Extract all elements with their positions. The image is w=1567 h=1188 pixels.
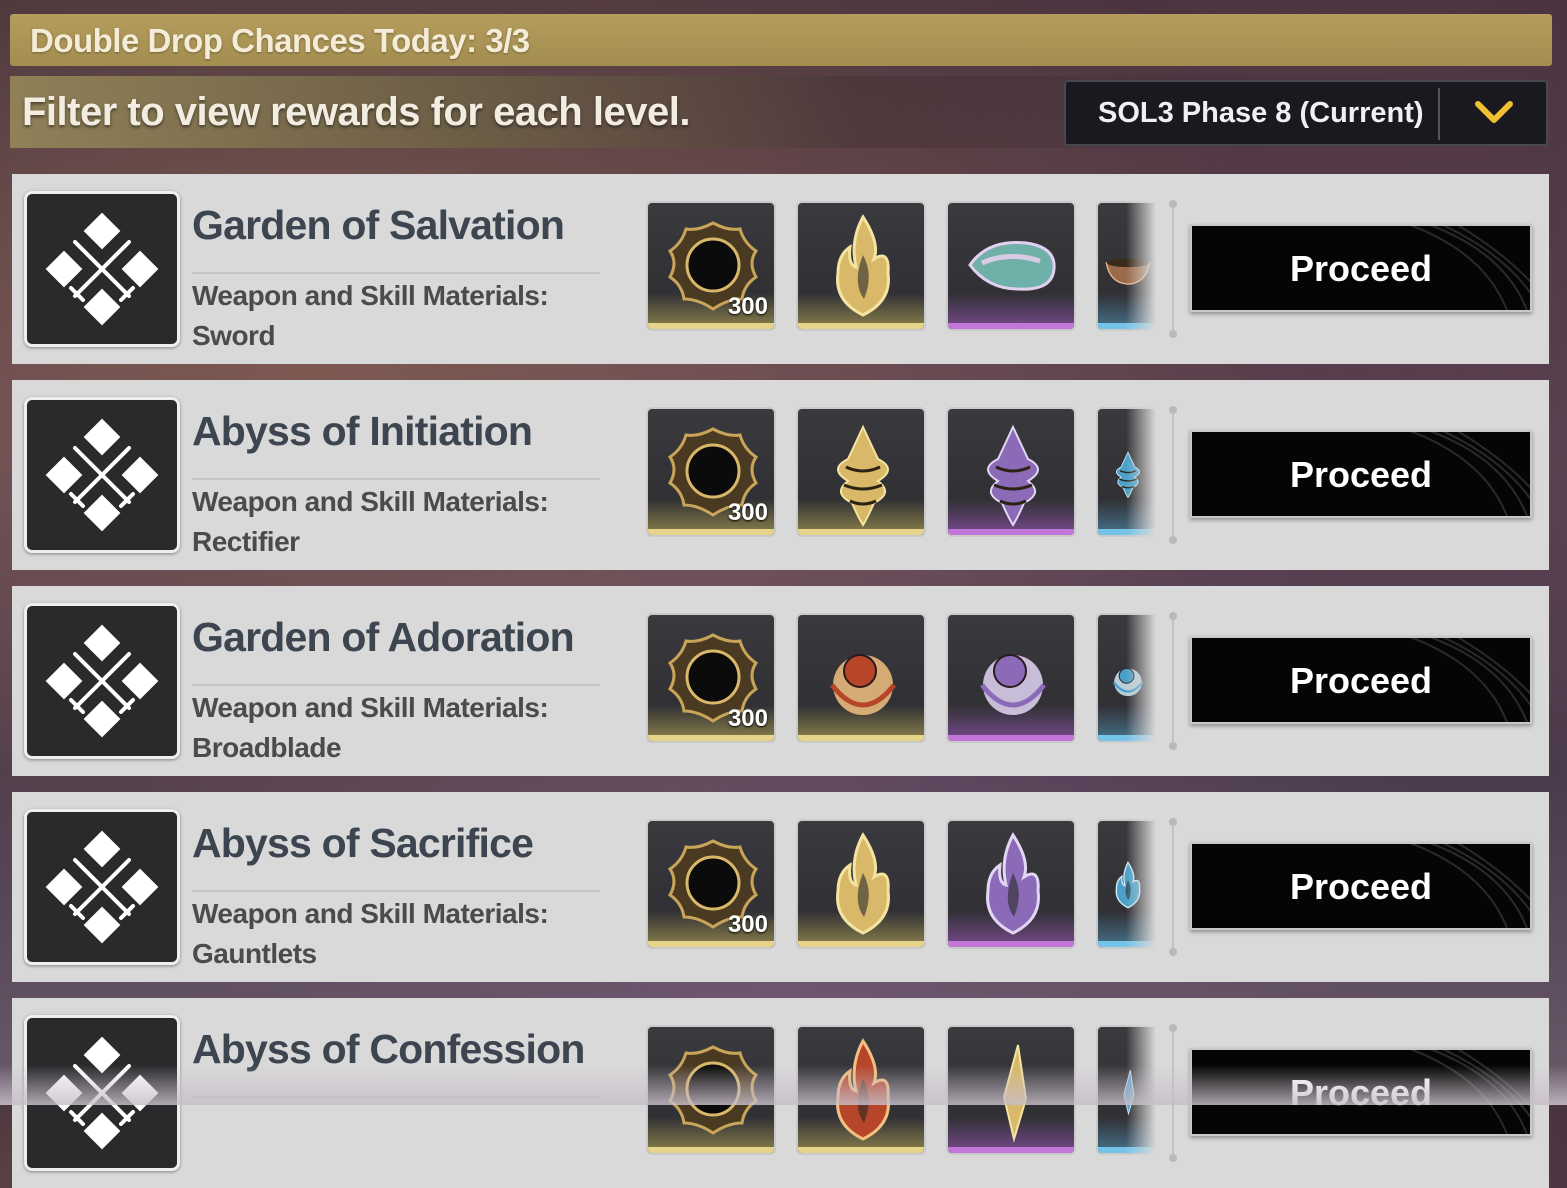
double-drop-text: Double Drop Chances Today: 3/3 bbox=[30, 22, 530, 59]
title-divider bbox=[192, 684, 600, 686]
level-title: Abyss of Sacrifice bbox=[192, 820, 534, 866]
level-card[interactable]: Abyss of Sacrifice Weapon and Skill Mate… bbox=[12, 792, 1549, 982]
level-title: Garden of Adoration bbox=[192, 614, 575, 660]
reward-scroll-separator bbox=[1169, 200, 1177, 338]
level-subtitle-line2: Broadblade bbox=[192, 732, 342, 763]
proceed-button[interactable]: Proceed bbox=[1190, 636, 1532, 724]
reward-item[interactable]: 300 bbox=[646, 407, 776, 537]
level-card[interactable]: Garden of Adoration Weapon and Skill Mat… bbox=[12, 586, 1549, 776]
reward-item[interactable]: 300 bbox=[646, 201, 776, 331]
title-divider bbox=[192, 272, 600, 274]
level-title: Abyss of Confession bbox=[192, 1026, 585, 1072]
proceed-button-label: Proceed bbox=[1289, 454, 1433, 495]
reward-item[interactable] bbox=[646, 1025, 776, 1155]
level-subtitle-line1: Weapon and Skill Materials: bbox=[192, 486, 549, 517]
dropdown-separator bbox=[1438, 88, 1440, 140]
rarity-bar bbox=[798, 735, 924, 741]
rarity-bar bbox=[648, 529, 774, 535]
reward-item[interactable] bbox=[796, 1025, 926, 1155]
level-card[interactable]: Garden of Salvation Weapon and Skill Mat… bbox=[12, 174, 1549, 364]
reward-item[interactable] bbox=[946, 1025, 1076, 1155]
reward-scroll-fade bbox=[1126, 812, 1156, 962]
level-icon bbox=[24, 809, 180, 965]
reward-item[interactable] bbox=[796, 613, 926, 743]
level-subtitle-line1: Weapon and Skill Materials: bbox=[192, 280, 549, 311]
level-title: Abyss of Initiation bbox=[192, 408, 533, 454]
phase-dropdown-value: SOL3 Phase 8 (Current) bbox=[1098, 97, 1424, 129]
proceed-button-label: Proceed bbox=[1289, 866, 1433, 907]
level-subtitle-line1: Weapon and Skill Materials: bbox=[192, 692, 549, 723]
level-subtitle: Weapon and Skill Materials: Rectifier bbox=[192, 482, 549, 562]
rarity-bar bbox=[948, 1147, 1074, 1153]
proceed-button-label: Proceed bbox=[1289, 660, 1433, 701]
reward-quantity: 300 bbox=[727, 705, 768, 732]
level-subtitle-line2: Rectifier bbox=[192, 526, 300, 557]
reward-item[interactable] bbox=[796, 201, 926, 331]
rarity-bar bbox=[948, 941, 1074, 947]
reward-item[interactable] bbox=[946, 613, 1076, 743]
reward-item[interactable] bbox=[946, 407, 1076, 537]
level-card[interactable]: Abyss of Confession Proceed bbox=[12, 998, 1549, 1188]
level-title: Garden of Salvation bbox=[192, 202, 565, 248]
rarity-bar bbox=[798, 323, 924, 329]
reward-item[interactable] bbox=[946, 819, 1076, 949]
phase-dropdown[interactable]: SOL3 Phase 8 (Current) bbox=[1064, 80, 1548, 146]
reward-scroll-fade bbox=[1126, 194, 1156, 344]
reward-item[interactable]: 300 bbox=[646, 613, 776, 743]
proceed-button[interactable]: Proceed bbox=[1190, 430, 1532, 518]
rarity-bar bbox=[948, 529, 1074, 535]
level-subtitle: Weapon and Skill Materials: Gauntlets bbox=[192, 894, 549, 974]
double-drop-banner: Double Drop Chances Today: 3/3 bbox=[10, 14, 1552, 66]
title-divider bbox=[192, 478, 600, 480]
rarity-bar bbox=[798, 941, 924, 947]
level-subtitle: Weapon and Skill Materials: Broadblade bbox=[192, 688, 549, 768]
chevron-down-icon[interactable] bbox=[1474, 96, 1514, 130]
reward-item[interactable]: 300 bbox=[646, 819, 776, 949]
reward-scroll-fade bbox=[1126, 606, 1156, 756]
reward-item[interactable] bbox=[796, 819, 926, 949]
rarity-bar bbox=[648, 1147, 774, 1153]
proceed-button-label: Proceed bbox=[1289, 248, 1433, 289]
rarity-bar bbox=[648, 323, 774, 329]
level-subtitle-line2: Sword bbox=[192, 320, 276, 351]
reward-scroll-fade bbox=[1126, 400, 1156, 550]
rarity-bar bbox=[948, 323, 1074, 329]
level-card[interactable]: Abyss of Initiation Weapon and Skill Mat… bbox=[12, 380, 1549, 570]
rarity-bar bbox=[948, 735, 1074, 741]
reward-item[interactable] bbox=[796, 407, 926, 537]
reward-quantity: 300 bbox=[727, 293, 768, 320]
level-icon bbox=[24, 191, 180, 347]
domain-crossed-swords-icon bbox=[45, 212, 159, 326]
title-divider bbox=[192, 890, 600, 892]
title-divider bbox=[192, 1096, 600, 1098]
reward-quantity: 300 bbox=[727, 911, 768, 938]
level-subtitle-line2: Gauntlets bbox=[192, 938, 317, 969]
reward-item[interactable] bbox=[946, 201, 1076, 331]
proceed-button[interactable]: Proceed bbox=[1190, 224, 1532, 312]
rarity-bar bbox=[648, 941, 774, 947]
domain-crossed-swords-icon bbox=[45, 624, 159, 738]
reward-scroll-separator bbox=[1169, 612, 1177, 750]
level-icon bbox=[24, 397, 180, 553]
reward-scroll-separator bbox=[1169, 406, 1177, 544]
proceed-button-label: Proceed bbox=[1289, 1072, 1433, 1113]
proceed-button[interactable]: Proceed bbox=[1190, 842, 1532, 930]
reward-scroll-separator bbox=[1169, 1024, 1177, 1162]
level-subtitle-line1: Weapon and Skill Materials: bbox=[192, 898, 549, 929]
proceed-button[interactable]: Proceed bbox=[1190, 1048, 1532, 1136]
reward-scroll-separator bbox=[1169, 818, 1177, 956]
reward-quantity: 300 bbox=[727, 499, 768, 526]
rarity-bar bbox=[798, 1147, 924, 1153]
domain-crossed-swords-icon bbox=[45, 1036, 159, 1150]
level-subtitle: Weapon and Skill Materials: Sword bbox=[192, 276, 549, 356]
domain-crossed-swords-icon bbox=[45, 418, 159, 532]
level-icon bbox=[24, 603, 180, 759]
level-icon bbox=[24, 1015, 180, 1171]
domain-crossed-swords-icon bbox=[45, 830, 159, 944]
rarity-bar bbox=[798, 529, 924, 535]
rarity-bar bbox=[648, 735, 774, 741]
filter-prompt: Filter to view rewards for each level. bbox=[22, 90, 690, 134]
reward-scroll-fade bbox=[1126, 1018, 1156, 1168]
